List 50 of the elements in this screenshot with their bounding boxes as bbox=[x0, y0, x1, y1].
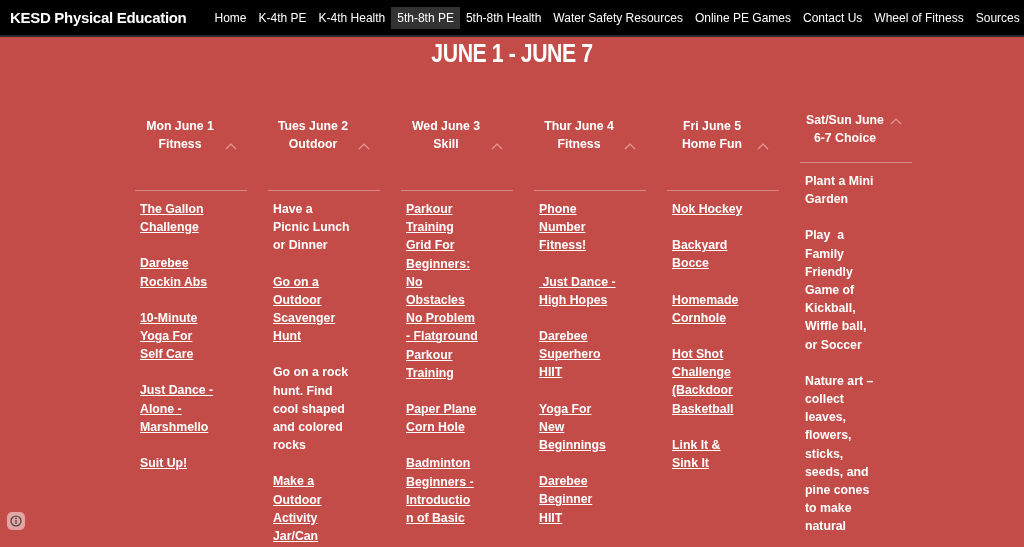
day-heading[interactable]: Sat/Sun June 6-7 Choice bbox=[800, 111, 912, 163]
activity-link[interactable]: Go on a Outdoor Scavenger Hunt bbox=[273, 272, 336, 346]
nav-link[interactable]: 5th-8th Health bbox=[459, 6, 548, 29]
activity-link[interactable]: Nok Hockey bbox=[672, 200, 743, 219]
activity-link[interactable]: Just Dance - Alone - Marshmello bbox=[140, 381, 214, 437]
activity-link[interactable]: Parkour Training Grid For Beginners: No Obstacles No Problem - Flatground Parkour Training bbox=[406, 200, 478, 383]
day-heading[interactable]: Mon June 1 Fitness bbox=[135, 111, 247, 191]
chevron-up-icon[interactable] bbox=[890, 117, 902, 125]
nav-link[interactable]: Sources bbox=[969, 6, 1024, 29]
activity-link[interactable]: Hot Shot Challenge (Backdoor Basketball bbox=[672, 345, 734, 418]
nav-link[interactable]: 5th-8th PE bbox=[391, 6, 460, 29]
activity-text: Go on a rock hunt. Find cool shaped and colored rocks bbox=[273, 364, 349, 455]
week-title: JUNE 1 - JUNE 7 bbox=[430, 38, 594, 68]
activity-text: Plant a Mini Garden bbox=[805, 173, 874, 209]
nav-link[interactable]: Contact Us bbox=[797, 6, 869, 29]
day-heading[interactable]: Fri June 5 Home Fun bbox=[667, 111, 779, 191]
nav-link[interactable]: Online PE Games bbox=[688, 6, 797, 29]
chevron-up-icon[interactable] bbox=[358, 142, 370, 150]
chevron-up-icon[interactable] bbox=[757, 142, 769, 150]
activity-link[interactable]: Backyard Bocce bbox=[672, 236, 728, 273]
activity-link[interactable]: The Gallon Challenge bbox=[140, 200, 204, 237]
day-heading[interactable]: Tues June 2 Outdoor bbox=[268, 111, 380, 191]
day-heading[interactable]: Thur June 4 Fitness bbox=[534, 111, 646, 191]
activity-link[interactable]: Yoga For New Beginnings bbox=[539, 399, 606, 455]
nav-link[interactable]: Water Safety Resources bbox=[547, 6, 689, 29]
activity-link[interactable]: 10-Minute Yoga For Self Care bbox=[140, 308, 198, 364]
site-title[interactable]: KESD Physical Education bbox=[10, 9, 187, 26]
activity-text: Play a Family Friendly Game of Kickball, Wiffle ball, or Soccer bbox=[805, 227, 867, 354]
activity-link[interactable]: Darebee Rockin Abs bbox=[140, 254, 208, 291]
nav-link[interactable]: K-4th PE bbox=[252, 6, 313, 29]
activity-link[interactable]: Suit Up! bbox=[140, 454, 188, 473]
info-icon[interactable] bbox=[10, 515, 22, 527]
nav-link[interactable]: Wheel of Fitness bbox=[868, 6, 970, 29]
activity-link[interactable]: Homemade Cornhole bbox=[672, 290, 739, 327]
activity-link[interactable]: Link It & Sink It bbox=[672, 435, 721, 473]
activity-link[interactable]: Make a Outdoor Activity Jar/Can bbox=[273, 472, 322, 546]
chevron-up-icon[interactable] bbox=[225, 142, 237, 150]
day-heading[interactable]: Wed June 3 Skill bbox=[401, 111, 513, 191]
activity-link[interactable]: Just Dance - High Hopes bbox=[539, 272, 616, 309]
nav-link[interactable]: K-4th Health bbox=[312, 6, 392, 29]
activity-link[interactable]: Paper Plane Corn Hole bbox=[406, 400, 477, 437]
activity-link[interactable]: Darebee Superhero HIIT bbox=[539, 327, 601, 382]
activity-text: Have a Picnic Lunch or Dinner bbox=[273, 201, 350, 255]
activity-link[interactable]: Badminton Beginners - Introductio n of Basic bbox=[406, 454, 474, 528]
activity-link[interactable]: Darebee Beginner HIIT bbox=[539, 472, 593, 527]
nav-link[interactable]: Home bbox=[208, 6, 253, 29]
activity-link[interactable]: Phone Number Fitness! bbox=[539, 200, 587, 255]
chevron-up-icon[interactable] bbox=[491, 142, 503, 150]
chevron-up-icon[interactable] bbox=[624, 142, 636, 150]
activity-text: Nature art – collect leaves, flowers, sticks, seeds, and pine cones to make natural bbox=[805, 372, 874, 536]
